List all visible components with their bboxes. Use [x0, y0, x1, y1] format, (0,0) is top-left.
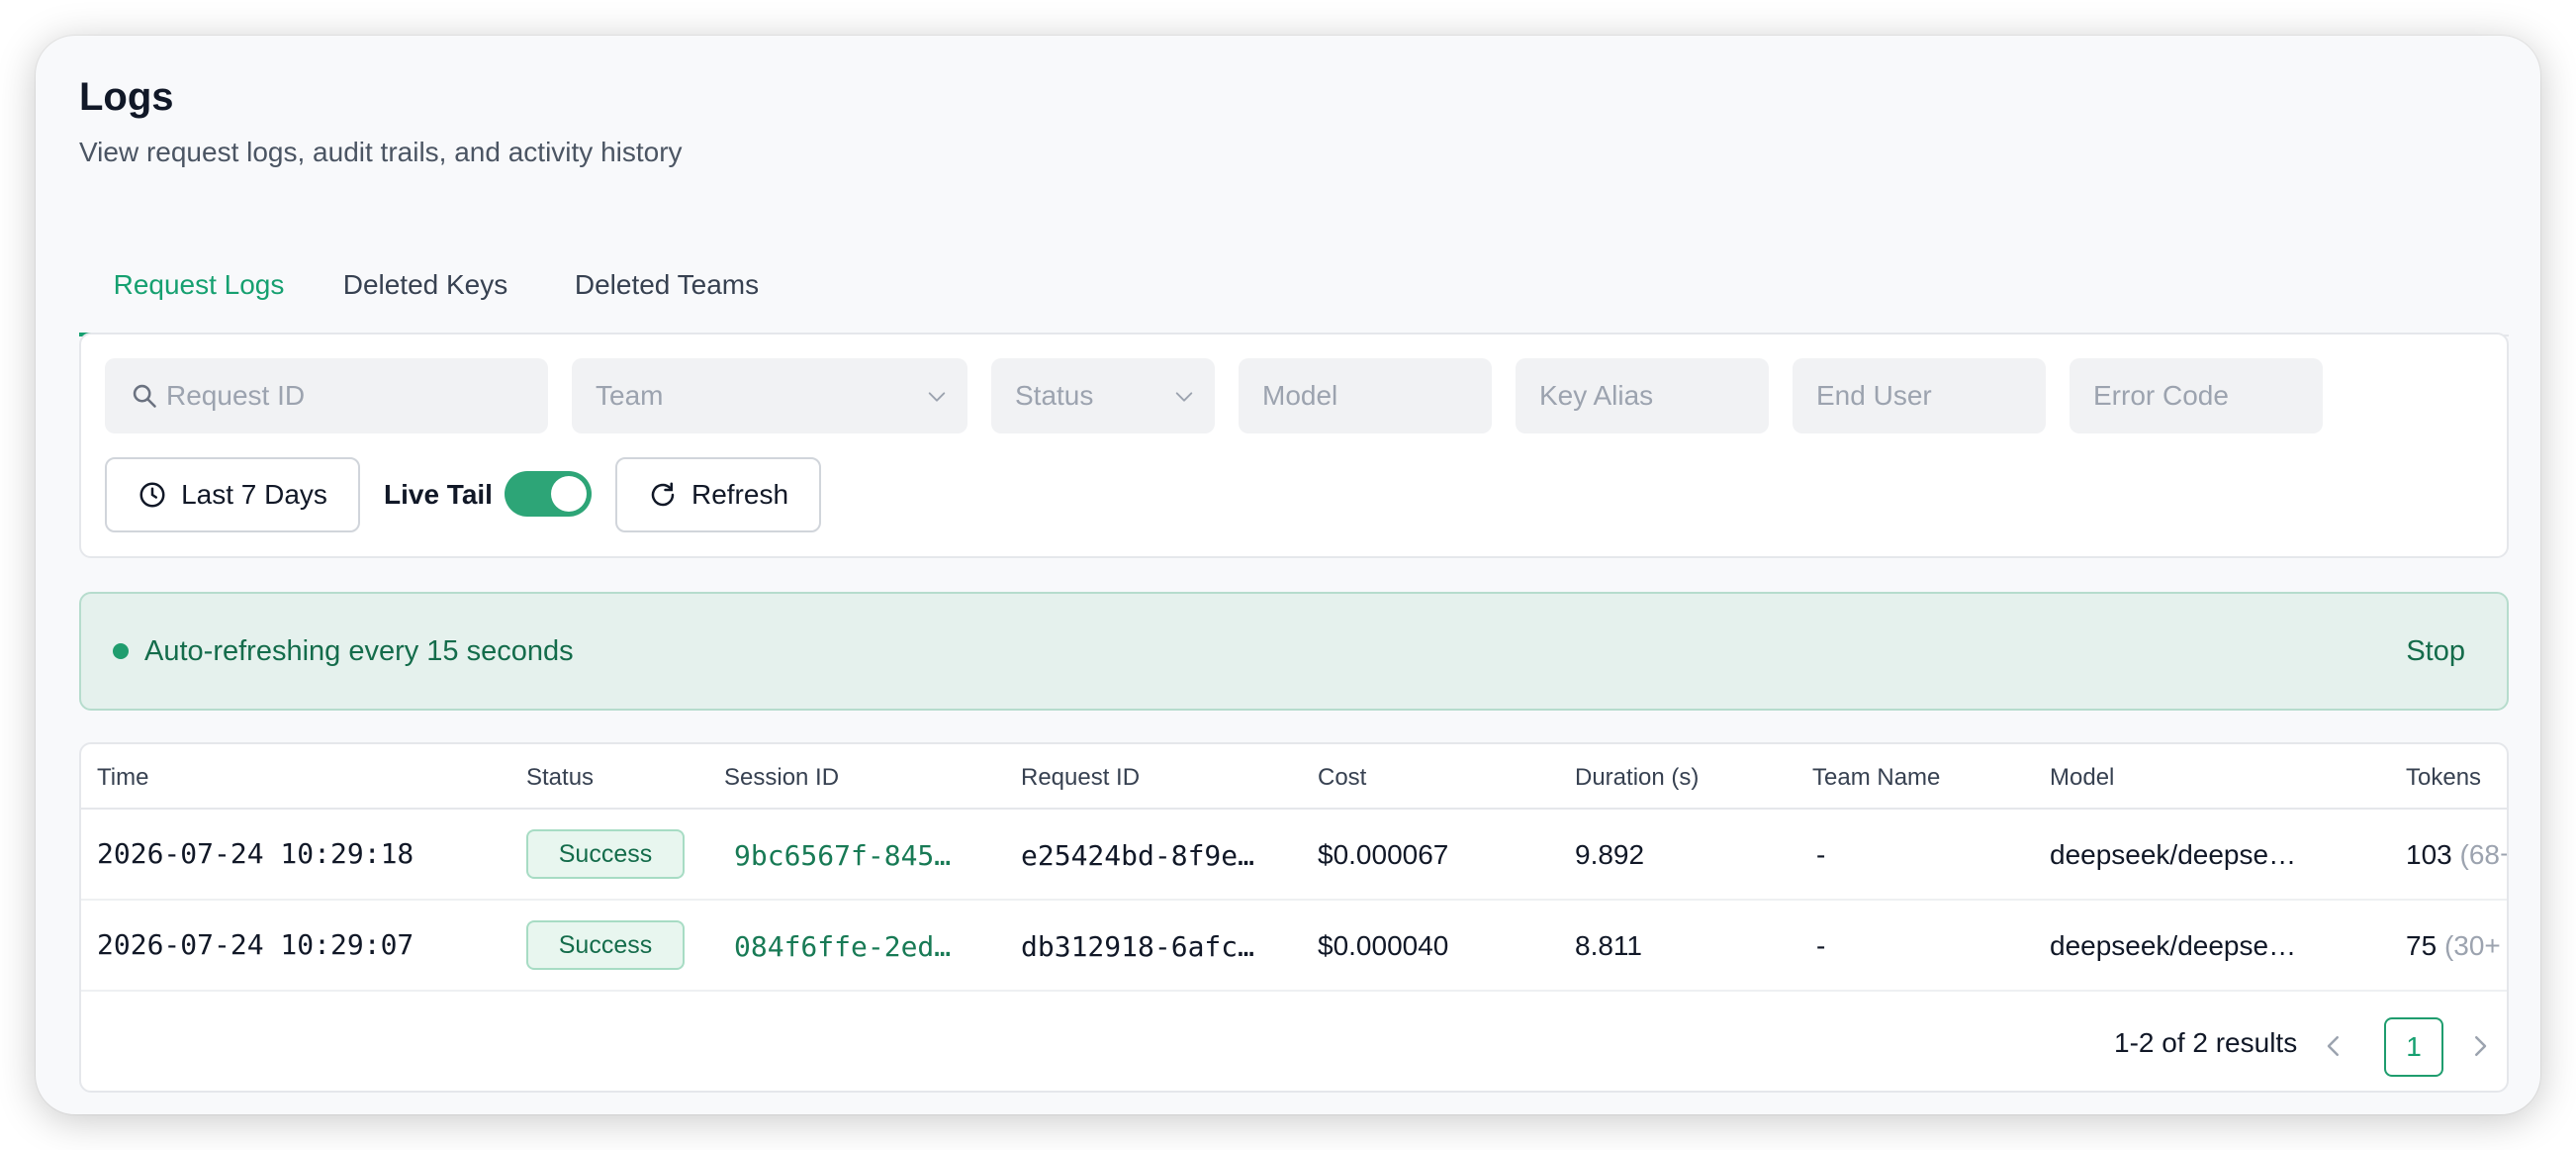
session-id-link[interactable]: 084f6ffe-2ed…: [734, 930, 962, 963]
token-total: 75: [2406, 930, 2438, 961]
logs-window: Logs View request logs, audit trails, an…: [36, 36, 2540, 1114]
refresh-icon: [651, 482, 675, 507]
cell-tokens: 103 (68+: [2406, 839, 2508, 871]
key-alias-filter: [1516, 358, 1769, 433]
tab-deleted-keys[interactable]: Deleted Keys: [336, 234, 514, 336]
request-id-search: [105, 358, 548, 433]
chevron-right-icon[interactable]: [2465, 1031, 2495, 1061]
page-subtitle: View request logs, audit trails, and act…: [79, 137, 683, 167]
stop-button[interactable]: Stop: [2406, 635, 2465, 668]
cell-time: 2026-07-24 10:29:18: [97, 837, 414, 870]
chevron-down-icon: [1175, 392, 1193, 402]
team-select-placeholder: Team: [596, 380, 664, 411]
time-range-button[interactable]: Last 7 Days: [105, 457, 360, 532]
column-header-team-name: Team Name: [1812, 764, 1941, 791]
column-header-request-id: Request ID: [1021, 764, 1141, 791]
time-range-label: Last 7 Days: [181, 479, 327, 510]
column-header-duration: Duration (s): [1575, 764, 1700, 791]
auto-refresh-banner: Auto-refreshing every 15 seconds Stop: [79, 592, 2509, 711]
cell-duration: 8.811: [1575, 930, 1642, 961]
model-filter: [1239, 358, 1492, 433]
column-header-tokens: Tokens: [2406, 764, 2482, 791]
cell-model: deepseek/deepse…: [2050, 930, 2297, 961]
cell-duration: 9.892: [1575, 839, 1645, 870]
table-row[interactable]: 2026-07-24 10:29:07 Success 084f6ffe-2ed…: [81, 901, 2507, 992]
chevron-down-icon: [928, 392, 946, 402]
pagination-summary: 1-2 of 2 results: [2114, 1027, 2298, 1058]
page-title: Logs: [79, 75, 174, 119]
search-icon: [133, 384, 156, 408]
auto-refresh-message: Auto-refreshing every 15 seconds: [144, 635, 574, 667]
filter-panel: Team Status Last 7 Days Live Tail: [79, 333, 2509, 558]
refresh-label: Refresh: [690, 479, 789, 510]
live-tail-toggle[interactable]: [505, 471, 592, 517]
column-header-status: Status: [526, 764, 595, 791]
column-header-session-id: Session ID: [724, 764, 840, 791]
live-indicator-dot: [113, 643, 129, 659]
tab-request-logs[interactable]: Request Logs: [79, 234, 319, 336]
end-user-input[interactable]: [1816, 380, 2046, 412]
error-code-input[interactable]: [2093, 380, 2323, 412]
cell-cost: $0.000040: [1318, 930, 1449, 961]
tab-bar: Request Logs Deleted Keys Deleted Teams: [79, 234, 2509, 336]
cell-request-id: db312918-6afc…: [1021, 930, 1255, 963]
request-id-input[interactable]: [166, 380, 548, 412]
token-total: 103: [2406, 839, 2452, 870]
error-code-filter: [2070, 358, 2323, 433]
key-alias-input[interactable]: [1539, 380, 1769, 412]
table-row[interactable]: 2026-07-24 10:29:18 Success 9bc6567f-845…: [81, 810, 2507, 901]
team-select[interactable]: Team: [572, 358, 967, 433]
column-header-model: Model: [2050, 764, 2115, 791]
toggle-knob: [551, 476, 587, 512]
status-select[interactable]: Status: [991, 358, 1215, 433]
token-breakdown: (68+: [2459, 839, 2508, 870]
status-badge: Success: [526, 920, 685, 970]
live-tail-label: Live Tail: [384, 479, 493, 510]
cell-tokens: 75 (30+: [2406, 930, 2507, 962]
column-header-cost: Cost: [1318, 764, 1367, 791]
cell-team-name: -: [1816, 930, 1826, 961]
cell-request-id: e25424bd-8f9e…: [1021, 839, 1255, 872]
table-header: Time Status Session ID Request ID Cost D…: [81, 744, 2507, 810]
tab-deleted-teams[interactable]: Deleted Teams: [560, 234, 774, 336]
chevron-left-icon[interactable]: [2319, 1031, 2348, 1061]
model-input[interactable]: [1262, 380, 1492, 412]
status-select-placeholder: Status: [1015, 380, 1094, 411]
column-header-time: Time: [97, 764, 149, 791]
token-breakdown: (30+: [2443, 930, 2501, 961]
cell-model: deepseek/deepse…: [2050, 839, 2297, 870]
refresh-button[interactable]: Refresh: [615, 457, 821, 532]
clock-icon: [139, 482, 165, 508]
session-id-link[interactable]: 9bc6567f-845…: [734, 839, 962, 872]
cell-team-name: -: [1816, 839, 1826, 870]
cell-cost: $0.000067: [1318, 839, 1449, 870]
end-user-filter: [1793, 358, 2046, 433]
pagination-page-current[interactable]: 1: [2384, 1017, 2443, 1077]
cell-time: 2026-07-24 10:29:07: [97, 928, 414, 961]
logs-table: Time Status Session ID Request ID Cost D…: [79, 742, 2509, 1093]
status-badge: Success: [526, 829, 685, 879]
